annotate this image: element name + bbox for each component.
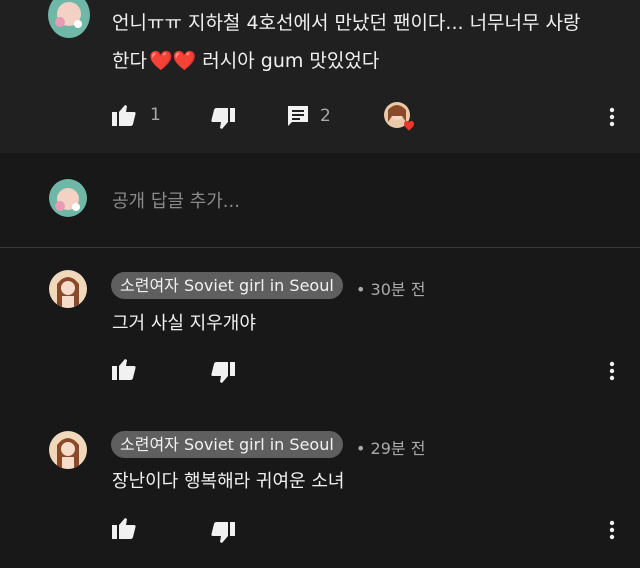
more-options-button[interactable] bbox=[608, 361, 616, 385]
reply-text: 그거 사실 지우개야 bbox=[112, 313, 256, 334]
comment-text: 언니ㅠㅠ 지하철 4호선에서 만났던 팬이다... 너무너무 사랑 한다 ❤️❤️… bbox=[112, 4, 622, 80]
thumbs-down-icon bbox=[211, 108, 235, 129]
reply-count: 2 bbox=[320, 106, 331, 126]
like-count: 1 bbox=[150, 105, 161, 125]
reply-input[interactable]: 공개 답글 추가... bbox=[112, 187, 240, 213]
thumbs-down-icon bbox=[211, 362, 235, 383]
reply-input-area bbox=[0, 153, 640, 248]
comment-icon bbox=[288, 106, 308, 126]
comment-line-2: 한다 ❤️❤️ 러시아 gum 맛있었다 bbox=[112, 50, 380, 72]
like-button[interactable] bbox=[112, 517, 136, 539]
thumbs-up-icon bbox=[112, 518, 136, 539]
more-vert-icon bbox=[609, 520, 615, 540]
more-options-button[interactable] bbox=[608, 520, 616, 544]
reply-author-name[interactable]: 소련여자 Soviet girl in Seoul bbox=[111, 272, 343, 299]
dislike-button[interactable] bbox=[211, 362, 235, 384]
like-button[interactable] bbox=[112, 358, 136, 380]
reply-author-avatar[interactable] bbox=[49, 431, 87, 469]
creator-heart-badge bbox=[384, 102, 414, 131]
reply-button[interactable]: 2 bbox=[287, 105, 331, 127]
reply-timestamp[interactable]: • 30분 전 bbox=[356, 276, 425, 300]
dislike-button[interactable] bbox=[211, 108, 235, 130]
comment-line-1: 언니ㅠㅠ 지하철 4호선에서 만났던 팬이다... 너무너무 사랑 bbox=[112, 12, 581, 34]
heart-emoji-icon: ❤️❤️ bbox=[148, 50, 197, 72]
more-vert-icon bbox=[609, 361, 615, 381]
reply-author-name[interactable]: 소련여자 Soviet girl in Seoul bbox=[111, 431, 343, 458]
dislike-button[interactable] bbox=[211, 522, 235, 544]
thumbs-up-icon bbox=[112, 359, 136, 380]
reply-timestamp[interactable]: • 29분 전 bbox=[356, 435, 425, 459]
user-avatar bbox=[49, 179, 87, 217]
reply-text: 장난이다 행복해라 귀여운 소녀 bbox=[112, 471, 345, 492]
more-options-button[interactable] bbox=[608, 107, 616, 131]
reply-author-avatar[interactable] bbox=[49, 270, 87, 308]
more-vert-icon bbox=[609, 107, 615, 127]
thumbs-down-icon bbox=[211, 522, 235, 543]
thumbs-up-icon bbox=[112, 105, 136, 126]
like-button[interactable]: 1 bbox=[112, 104, 161, 126]
